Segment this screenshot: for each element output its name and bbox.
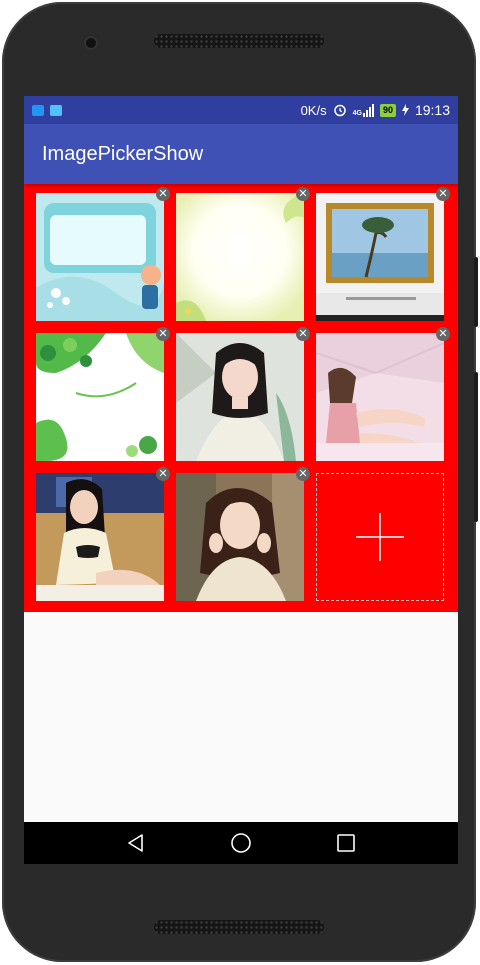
grid-cell [316,473,444,601]
app-title: ImagePickerShow [42,142,204,165]
home-icon [231,833,251,853]
notification-icon [32,104,44,116]
image-thumbnail[interactable] [36,193,164,321]
flower-frame-image [176,193,304,321]
power-button [474,257,478,327]
delete-image-button[interactable]: ✕ [156,187,170,201]
android-notification-icon [50,104,62,116]
volume-button [474,372,478,522]
grid-cell: ✕ [176,187,310,321]
grid-cell: ✕ [176,467,310,601]
delete-image-button[interactable]: ✕ [436,327,450,341]
delete-image-button[interactable]: ✕ [436,187,450,201]
network-speed: 0K/s [300,102,327,118]
girl-white-dress-image [176,333,304,461]
green-leaves-image [36,333,164,461]
clock: 19:13 [414,102,450,118]
image-thumbnail[interactable] [316,333,444,461]
grid-cell: ✕ [36,327,170,461]
signal-icon [362,103,374,117]
back-icon [128,834,144,852]
image-thumbnail[interactable] [176,473,304,601]
home-button[interactable] [221,828,261,858]
girl-pink-room-image [316,333,444,461]
phone-frame: 0K/s 4G 90 19:13 ImagePickerShow ✕ ✕ ✕ ✕… [2,2,478,962]
front-camera [86,38,96,48]
battery-icon: 90 [379,103,396,117]
back-button[interactable] [116,828,156,858]
recents-button[interactable] [326,828,366,858]
status-bar: 0K/s 4G 90 19:13 [24,96,458,124]
image-thumbnail[interactable] [316,193,444,321]
grid-cell: ✕ [36,187,170,321]
framed-painting-image [316,193,444,321]
image-thumbnail[interactable] [176,193,304,321]
delete-image-button[interactable]: ✕ [296,187,310,201]
image-thumbnail[interactable] [176,333,304,461]
delete-image-button[interactable]: ✕ [156,327,170,341]
cartoon-sky-image [36,193,164,321]
delete-image-button[interactable]: ✕ [296,327,310,341]
screen: 0K/s 4G 90 19:13 ImagePickerShow ✕ ✕ ✕ ✕… [24,96,458,864]
grid-cell: ✕ [316,187,450,321]
bottom-speaker [154,920,324,934]
image-thumbnail[interactable] [36,333,164,461]
navigation-bar [24,822,458,864]
network-type: 4G [352,110,362,117]
top-speaker [154,34,324,48]
alarm-icon [333,104,346,117]
grid-cell: ✕ [176,327,310,461]
status-right: 0K/s 4G 90 19:13 [301,96,450,124]
grid-cell: ✕ [316,327,450,461]
charging-icon [401,104,409,116]
signal-group: 4G [353,103,374,117]
plus-icon [356,513,404,561]
grid-cell: ✕ [36,467,170,601]
delete-image-button[interactable]: ✕ [296,467,310,481]
add-image-button[interactable] [316,473,444,601]
delete-image-button[interactable]: ✕ [156,467,170,481]
girl-sitting-image [36,473,164,601]
app-bar: ImagePickerShow [24,124,458,184]
image-grid: ✕ ✕ ✕ ✕ ✕ ✕ ✕ ✕ [24,184,458,612]
recents-icon [336,834,355,852]
girl-portrait-image [176,473,304,601]
image-thumbnail[interactable] [36,473,164,601]
